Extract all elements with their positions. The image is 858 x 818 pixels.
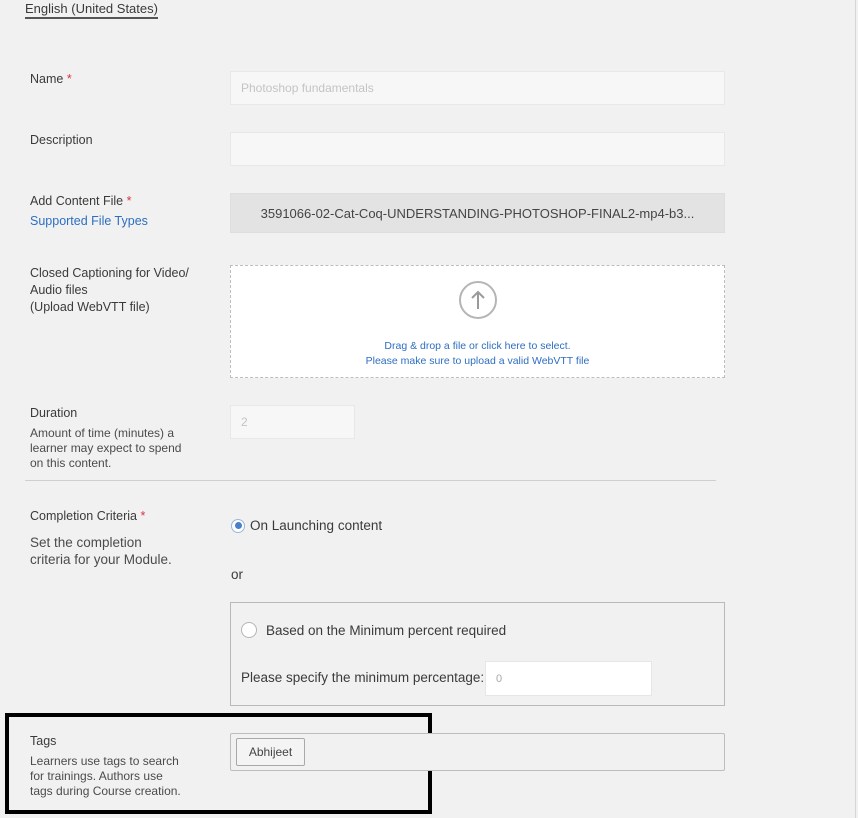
completion-label: Completion Criteria * [30,508,145,525]
required-marker: * [66,72,72,86]
duration-input-placeholder: 2 [241,415,248,429]
completion-label-text: Completion Criteria [30,509,137,523]
tags-help-line1: Learners use tags to search [30,754,179,768]
supported-file-types-link[interactable]: Supported File Types [30,214,148,228]
dropzone-text: Drag & drop a file or click here to sele… [231,339,724,369]
duration-label: Duration [30,406,78,420]
min-percent-placeholder: 0 [496,672,503,685]
tag-chip-label: Abhijeet [248,745,293,759]
tags-help: Learners use tags to search for training… [30,754,181,799]
minimum-percent-box: Based on the Minimum percent required Pl… [230,602,725,706]
description-input[interactable] [230,132,725,166]
completion-help-line1: Set the completion [30,535,142,550]
completion-help-line2: criteria for your Module. [30,552,172,567]
tags-input[interactable]: Abhijeet [230,733,725,771]
tags-help-line2: for trainings. Authors use [30,769,163,783]
name-label: Name * [30,71,72,88]
completion-help: Set the completion criteria for your Mod… [30,534,172,568]
tags-help-line3: tags during Course creation. [30,784,181,798]
option-min-percent-label: Based on the Minimum percent required [266,622,507,638]
radio-selected-dot [234,522,242,529]
upload-arrow-icon [459,281,497,319]
content-file-label: Add Content File * [30,193,131,210]
language-tab[interactable]: English (United States) [25,1,158,19]
tag-chip[interactable]: Abhijeet [236,738,305,766]
tags-label: Tags [30,734,57,748]
required-marker: * [140,509,146,523]
section-divider [25,480,716,481]
captions-label-line2: Audio files [30,283,88,297]
captions-label: Closed Captioning for Video/ Audio files… [30,265,189,316]
name-input[interactable]: Photoshop fundamentals [230,71,725,105]
option-on-launching-label: On Launching content [250,518,383,533]
content-file-label-text: Add Content File [30,194,124,208]
min-percent-input[interactable]: 0 [485,661,652,696]
content-file-box[interactable]: 3591066-02-Cat-Coq-UNDERSTANDING-PHOTOSH… [230,193,725,233]
option-on-launching[interactable]: On Launching content [231,518,382,533]
radio-on-launching[interactable] [231,518,245,533]
captions-label-line1: Closed Captioning for Video/ [30,266,189,280]
captions-label-line3: (Upload WebVTT file) [30,300,150,314]
dropzone-text-line2: Please make sure to upload a valid WebVT… [365,355,590,367]
option-min-percent[interactable]: Based on the Minimum percent required [241,622,506,638]
min-percent-label: Please specify the minimum percentage: [241,670,485,685]
duration-help-line1: Amount of time (minutes) a [30,426,175,440]
duration-help-line2: learner may expect to spend [30,441,182,455]
window-right-edge [855,0,856,818]
dropzone-text-line1: Drag & drop a file or click here to sele… [384,340,571,352]
radio-min-percent[interactable] [241,622,257,638]
name-input-placeholder: Photoshop fundamentals [241,81,374,95]
captions-dropzone[interactable]: Drag & drop a file or click here to sele… [230,265,725,378]
content-file-name: 3591066-02-Cat-Coq-UNDERSTANDING-PHOTOSH… [260,205,695,221]
name-label-text: Name [30,72,64,86]
description-label: Description [30,133,93,147]
required-marker: * [126,194,132,208]
duration-help-line3: on this content. [30,456,112,470]
duration-input[interactable]: 2 [230,405,355,439]
or-text: or [231,567,244,582]
duration-help: Amount of time (minutes) a learner may e… [30,426,181,471]
